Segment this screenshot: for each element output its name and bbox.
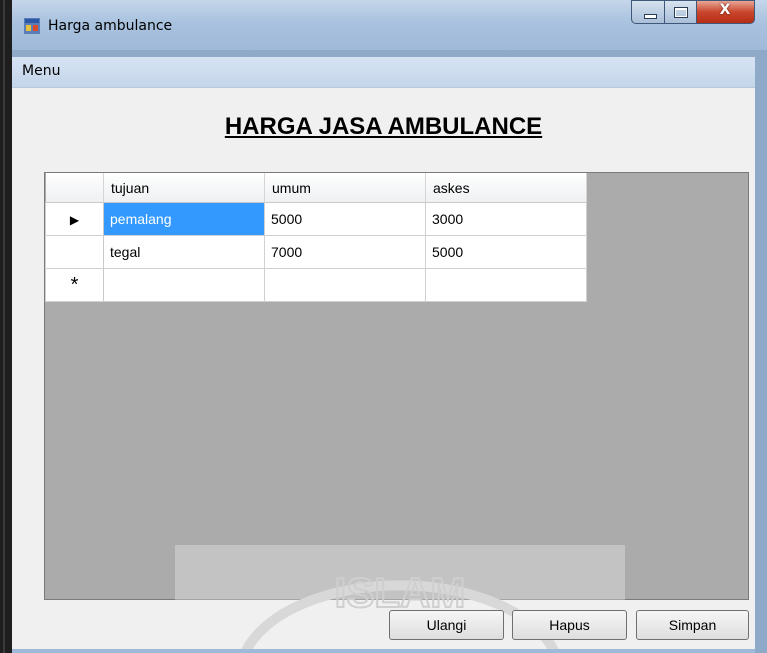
- row-header[interactable]: ▶: [45, 202, 104, 236]
- maximize-icon: [674, 7, 688, 18]
- maximize-button[interactable]: [665, 0, 697, 24]
- ulangi-button[interactable]: Ulangi: [389, 610, 504, 640]
- table-cell[interactable]: pemalang: [103, 202, 265, 236]
- grid-table: tujuan umum askes ▶ pemalang 5000 3000 t…: [45, 173, 587, 302]
- caption-buttons: X: [631, 0, 755, 30]
- hapus-button[interactable]: Hapus: [512, 610, 627, 640]
- current-row-arrow-icon: ▶: [69, 213, 80, 227]
- window-title: Harga ambulance: [48, 18, 173, 34]
- table-cell[interactable]: [103, 268, 265, 302]
- window-bottom-border: [12, 649, 755, 653]
- data-grid[interactable]: tujuan umum askes ▶ pemalang 5000 3000 t…: [44, 172, 749, 600]
- column-header-askes[interactable]: askes: [425, 173, 587, 203]
- title-bar[interactable]: Harga ambulance X: [12, 0, 767, 50]
- column-header-umum[interactable]: umum: [264, 173, 426, 203]
- simpan-button[interactable]: Simpan: [636, 610, 749, 640]
- column-header-tujuan[interactable]: tujuan: [103, 173, 265, 203]
- close-button[interactable]: X: [697, 0, 755, 24]
- menu-item-menu[interactable]: Menu: [22, 63, 60, 79]
- table-cell[interactable]: 3000: [425, 202, 587, 236]
- table-row[interactable]: tegal 7000 5000: [45, 235, 587, 269]
- app-icon: [24, 18, 40, 34]
- edge-stripe: [3, 0, 5, 653]
- table-cell[interactable]: 5000: [264, 202, 426, 236]
- close-icon: X: [719, 2, 731, 18]
- minimize-button[interactable]: [631, 0, 665, 24]
- table-cell[interactable]: 5000: [425, 235, 587, 269]
- grid-corner-header[interactable]: [45, 173, 104, 203]
- minimize-icon: [644, 14, 657, 19]
- new-row[interactable]: *: [45, 268, 587, 302]
- page-title: HARGA JASA AMBULANCE: [224, 113, 543, 140]
- table-cell[interactable]: [425, 268, 587, 302]
- row-header[interactable]: [45, 235, 104, 269]
- menu-bar: Menu: [12, 57, 755, 88]
- form-body: HARGA JASA AMBULANCE tujuan umum askes ▶…: [12, 88, 755, 653]
- table-cell[interactable]: tegal: [103, 235, 265, 269]
- new-row-asterisk-icon: *: [70, 274, 79, 296]
- table-cell[interactable]: 7000: [264, 235, 426, 269]
- table-cell[interactable]: [264, 268, 426, 302]
- desktop-edge: [0, 0, 12, 653]
- table-row[interactable]: ▶ pemalang 5000 3000: [45, 202, 587, 236]
- grid-header-row: tujuan umum askes: [45, 173, 587, 203]
- row-header[interactable]: *: [45, 268, 104, 302]
